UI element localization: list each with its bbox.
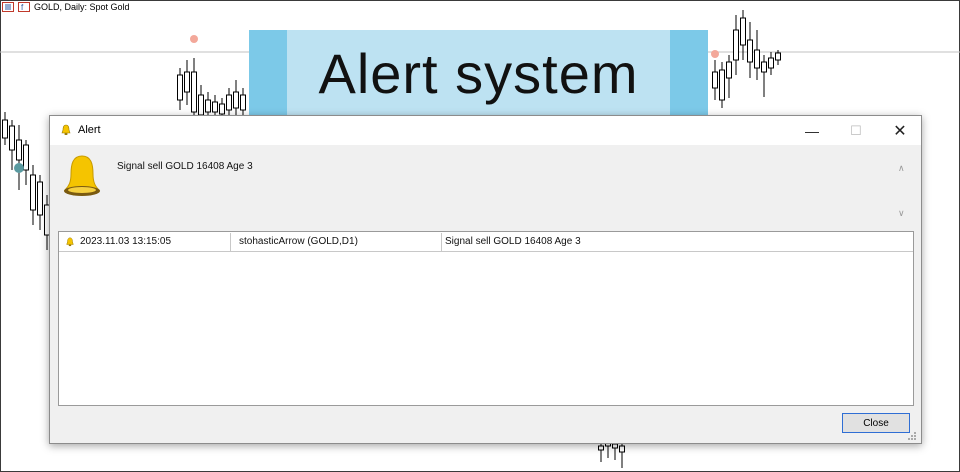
bell-icon — [66, 237, 74, 247]
alert-source: stohasticArrow (GOLD,D1) — [239, 236, 358, 247]
alert-time: 2023.11.03 13:15:05 — [80, 236, 172, 247]
alert-message: Signal sell GOLD 16408 Age 3 — [117, 161, 253, 172]
list-item[interactable]: 2023.11.03 13:15:05 stohasticArrow (GOLD… — [59, 233, 913, 252]
candle-body — [775, 52, 781, 61]
scroll-down-icon[interactable]: ∨ — [898, 208, 905, 219]
candle-body — [219, 103, 225, 115]
candle-body — [191, 71, 197, 113]
banner-left-block — [249, 30, 287, 116]
candle-body — [198, 94, 204, 116]
chart-symbol-bar: f GOLD, Daily: Spot Gold — [2, 1, 130, 13]
candle-body — [184, 71, 190, 93]
maximize-button[interactable]: ☐ — [834, 116, 878, 145]
sell-signal-marker — [190, 35, 198, 43]
candle-body — [768, 57, 774, 69]
candle-body — [226, 94, 232, 111]
alert-system-banner: Alert system — [249, 30, 708, 116]
banner-title: Alert system — [318, 41, 639, 105]
candle-body — [733, 29, 739, 61]
banner-right-block — [670, 30, 708, 116]
candle-body — [205, 99, 211, 113]
candle-body — [30, 174, 36, 211]
alert-text: Signal sell GOLD 16408 Age 3 — [445, 236, 581, 247]
sell-signal-marker — [711, 50, 719, 58]
candle-body — [598, 445, 604, 451]
dialog-titlebar[interactable]: Alert — ☐ ✕ — [50, 116, 921, 145]
resize-grip-icon[interactable] — [908, 432, 917, 441]
bar-chart-icon[interactable] — [2, 2, 14, 12]
dialog-title: Alert — [78, 124, 101, 136]
candle-body — [233, 91, 239, 109]
scroll-up-icon[interactable]: ∧ — [898, 163, 905, 174]
candle-body — [2, 119, 8, 139]
close-icon: ✕ — [893, 122, 907, 140]
candle-body — [9, 125, 15, 151]
candle-body — [761, 61, 767, 73]
candle-body — [16, 139, 22, 161]
candle-body — [754, 49, 760, 69]
bell-icon — [61, 124, 71, 135]
alert-dialog[interactable]: Alert — ☐ ✕ Signal sell GOLD 16408 Age 3… — [49, 115, 922, 444]
candle-body — [240, 94, 246, 111]
alert-source-cell: stohasticArrow (GOLD,D1) — [231, 233, 442, 251]
minimize-button[interactable]: — — [790, 116, 834, 145]
candle-body — [712, 71, 718, 89]
candle-body — [212, 101, 218, 113]
alert-bell-icon — [63, 155, 101, 196]
indicator-icon[interactable]: f — [18, 2, 30, 12]
candle-body — [619, 445, 625, 453]
candle-body — [612, 443, 618, 449]
candle-body — [719, 69, 725, 101]
maximize-icon: ☐ — [850, 122, 862, 138]
minimize-icon: — — [805, 122, 819, 139]
candle-body — [23, 144, 29, 171]
alert-text-cell: Signal sell GOLD 16408 Age 3 — [442, 233, 912, 251]
close-button[interactable]: Close — [842, 413, 910, 433]
chart-symbol-label: GOLD, Daily: Spot Gold — [34, 2, 130, 12]
signal-marker-teal — [14, 163, 24, 173]
candle-body — [726, 61, 732, 79]
candle-body — [740, 17, 746, 46]
candle-body — [37, 181, 43, 216]
candle-body — [177, 74, 183, 101]
close-window-button[interactable]: ✕ — [878, 116, 922, 145]
candle-body — [747, 39, 753, 63]
alert-time-cell: 2023.11.03 13:15:05 — [59, 233, 231, 251]
alert-history-list[interactable]: 2023.11.03 13:15:05 stohasticArrow (GOLD… — [58, 231, 914, 406]
